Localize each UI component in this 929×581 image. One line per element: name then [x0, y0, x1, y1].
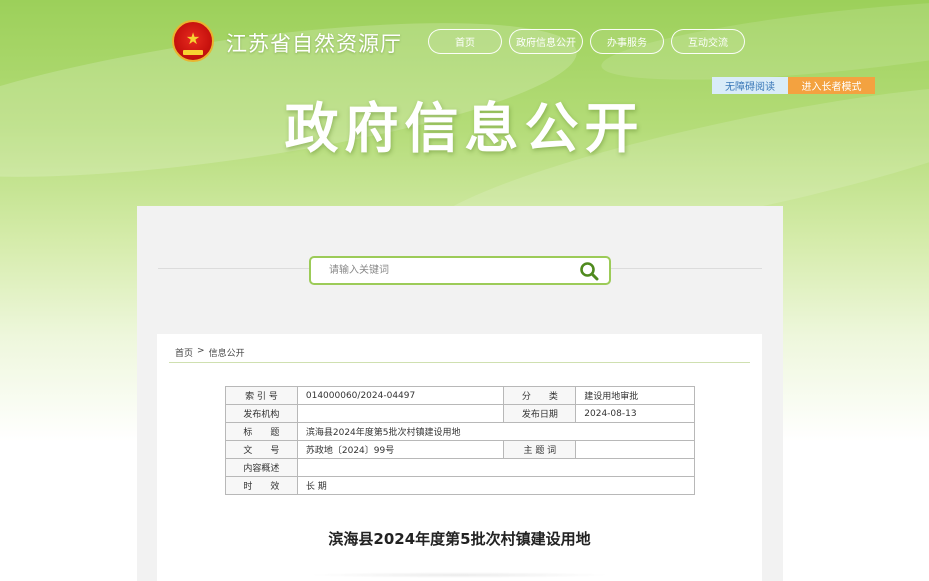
category-label: 分 类: [503, 386, 577, 405]
main-nav: 首页 政府信息公开 办事服务 互动交流: [428, 29, 745, 54]
table-row: 时 效 长 期: [225, 476, 696, 495]
category-value: 建设用地审批: [575, 386, 695, 405]
docno-label: 文 号: [225, 440, 298, 459]
table-row: 发布机构 发布日期 2024-08-13: [225, 404, 695, 423]
validity-value: 长 期: [296, 476, 696, 495]
keywords-label: 主 题 词: [503, 440, 577, 459]
title-label: 标 题: [225, 422, 298, 441]
breadcrumb: 首页 > 信息公开: [175, 346, 245, 359]
breadcrumb-separator: >: [197, 346, 205, 356]
search-input[interactable]: [311, 258, 569, 283]
keywords-value: [575, 440, 695, 459]
table-row: 索 引 号 014000060/2024-04497 分 类 建设用地审批: [225, 386, 695, 405]
table-row: 文 号 苏政地〔2024〕99号 主 题 词: [225, 440, 695, 459]
summary-value: [296, 458, 696, 477]
title-underline-shadow: [307, 572, 612, 578]
breadcrumb-home[interactable]: 首页: [175, 346, 193, 359]
nav-home[interactable]: 首页: [428, 29, 502, 54]
table-row: 标 题 滨海县2024年度第5批次村镇建设用地: [225, 422, 696, 441]
emblem-logo[interactable]: ★: [172, 20, 214, 62]
breadcrumb-divider: [169, 362, 750, 363]
summary-label: 内容概述: [225, 458, 298, 477]
org-value: [296, 404, 505, 423]
docno-value: 苏政地〔2024〕99号: [296, 440, 505, 459]
index-value: 014000060/2024-04497: [296, 386, 505, 405]
table-row: 内容概述: [225, 458, 696, 477]
search-box: [309, 256, 611, 285]
nav-interaction[interactable]: 互动交流: [671, 29, 745, 54]
metadata-table: 索 引 号 014000060/2024-04497 分 类 建设用地审批 发布…: [225, 386, 696, 495]
date-label: 发布日期: [503, 404, 577, 423]
hero-title: 政府信息公开: [284, 97, 645, 160]
search-button[interactable]: [569, 258, 609, 283]
document-title: 滨海县2024年度第5批次村镇建设用地: [328, 530, 591, 548]
nav-services[interactable]: 办事服务: [590, 29, 664, 54]
star-icon: ★: [185, 29, 201, 48]
search-icon: [580, 261, 599, 280]
content-area: 首页 > 信息公开 索 引 号 014000060/2024-04497 分 类…: [157, 334, 762, 581]
date-value: 2024-08-13: [575, 404, 695, 423]
emblem-base: [183, 50, 203, 55]
breadcrumb-current[interactable]: 信息公开: [209, 346, 245, 359]
title-value: 滨海县2024年度第5批次村镇建设用地: [296, 422, 696, 441]
index-label: 索 引 号: [225, 386, 298, 405]
nav-info-disclosure[interactable]: 政府信息公开: [509, 29, 583, 54]
site-name[interactable]: 江苏省自然资源厅: [226, 28, 402, 58]
org-label: 发布机构: [225, 404, 298, 423]
validity-label: 时 效: [225, 476, 298, 495]
